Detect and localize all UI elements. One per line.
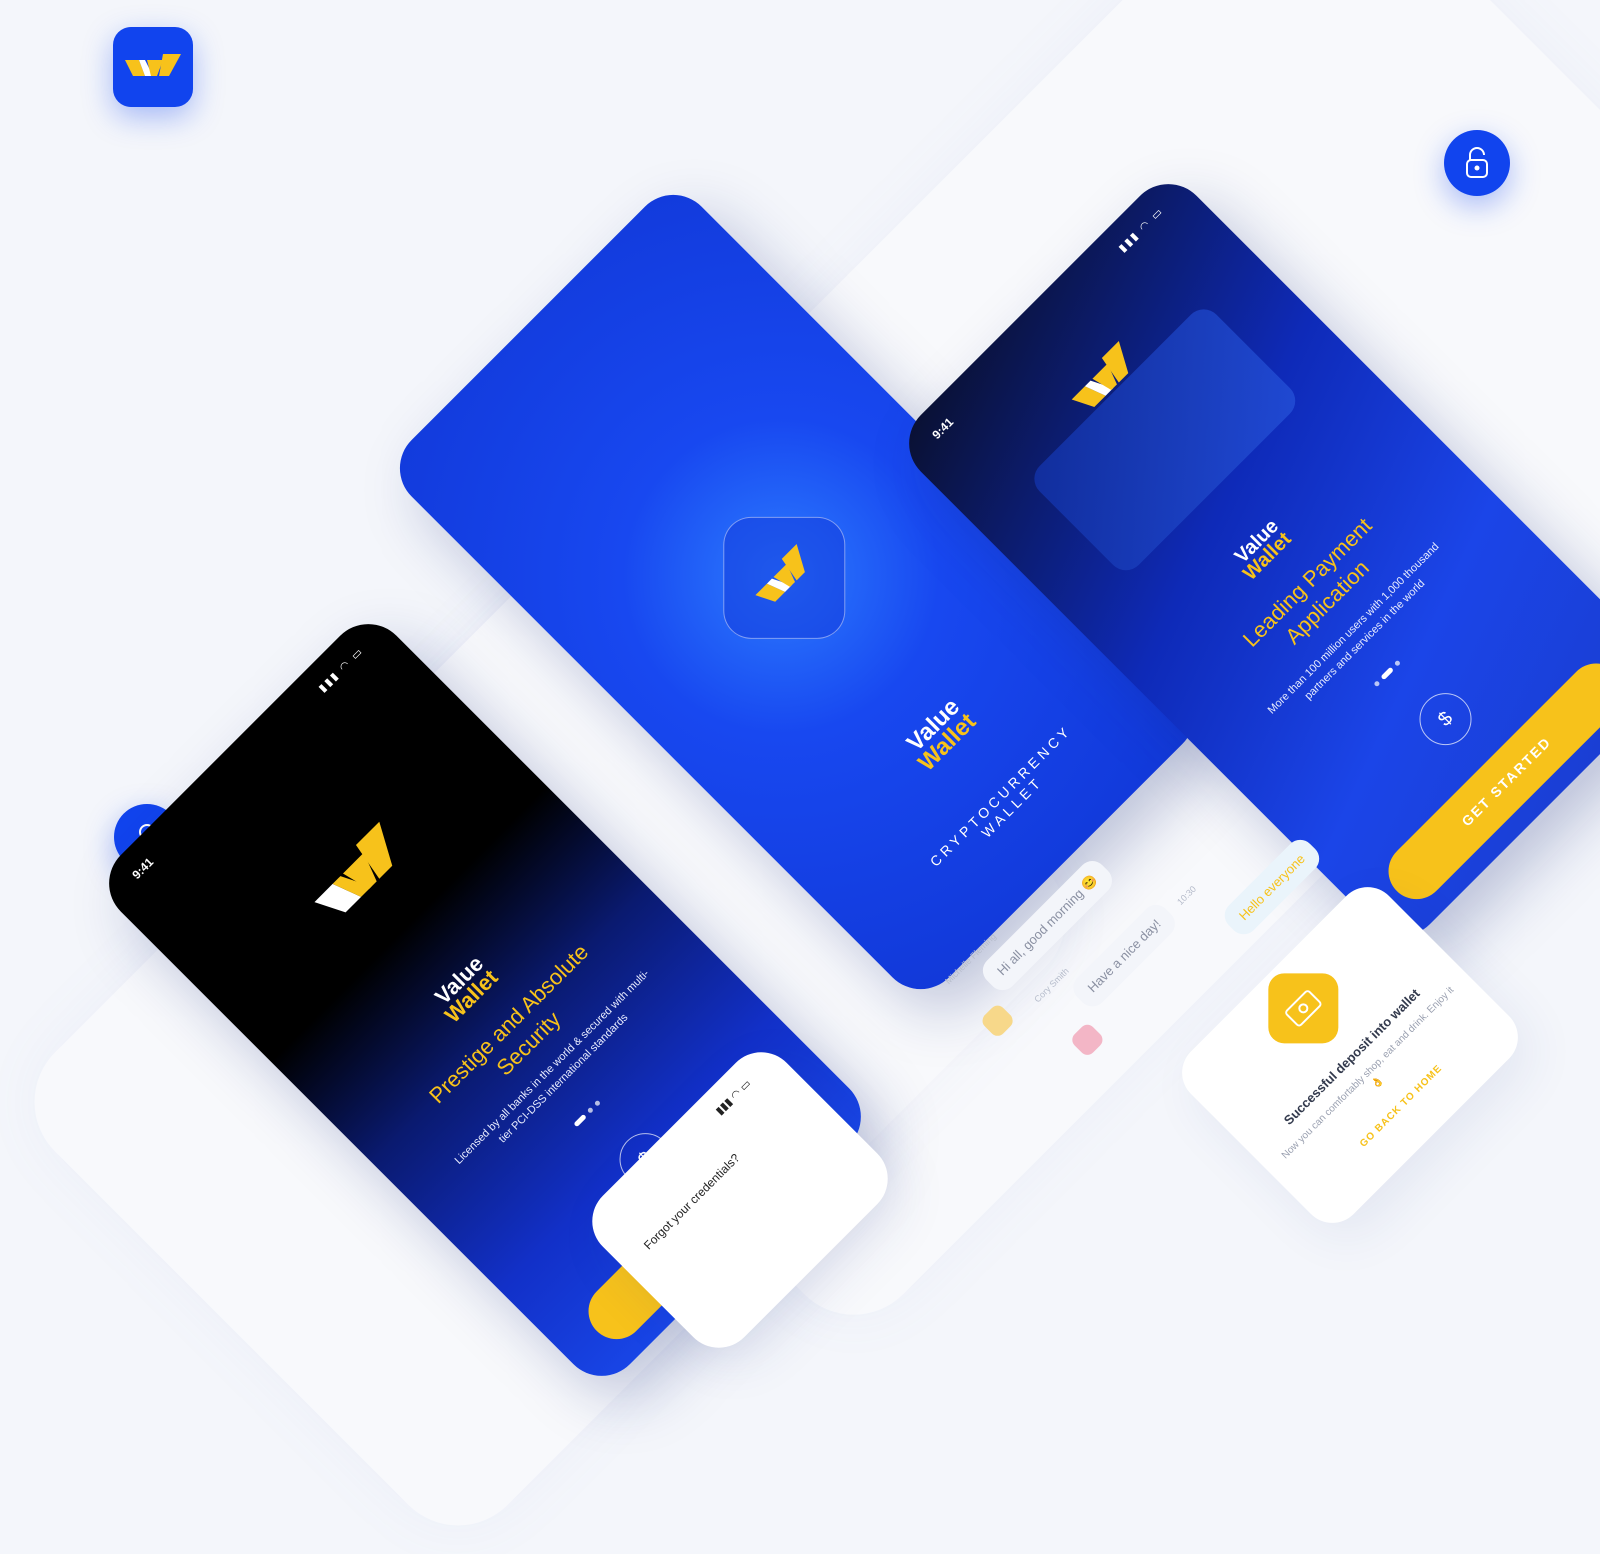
status-icons: ▮▮▮ ◠ ▭	[713, 1077, 754, 1118]
page-dot	[593, 1099, 601, 1107]
cash-icon	[1285, 990, 1322, 1027]
deposit-icon-tile	[1268, 973, 1339, 1044]
status-icons: ▮▮▮ ◠ ▭	[316, 645, 367, 695]
splash-logo-tile	[723, 516, 846, 639]
page-dot	[586, 1106, 594, 1114]
status-time: 9:41	[929, 415, 957, 442]
status-time: 9:41	[129, 855, 157, 882]
page-dot-active	[573, 1113, 587, 1128]
brand-name: Value Wallet	[429, 950, 503, 1028]
w-logo-icon	[755, 544, 805, 602]
status-icons: ▮▮▮ ◠ ▭	[1116, 205, 1167, 255]
page-dot-active	[1380, 666, 1394, 681]
unlock-icon	[1466, 147, 1488, 178]
page-indicator	[573, 1099, 601, 1128]
brand-name: Value Wallet	[1230, 515, 1296, 585]
w-logo-icon	[125, 54, 181, 76]
app-icon[interactable]	[113, 27, 193, 107]
unlock-button[interactable]	[1444, 130, 1510, 196]
page-indicator	[1373, 659, 1401, 688]
forgot-credentials-link[interactable]: Forgot your credentials?	[641, 1151, 742, 1252]
page-dot	[1393, 659, 1401, 667]
get-started-button[interactable]: GET STARTED	[1376, 651, 1600, 911]
page-dot	[1373, 680, 1381, 688]
dollar-coin-icon: $	[1408, 682, 1483, 756]
w-logo-icon	[314, 821, 393, 913]
